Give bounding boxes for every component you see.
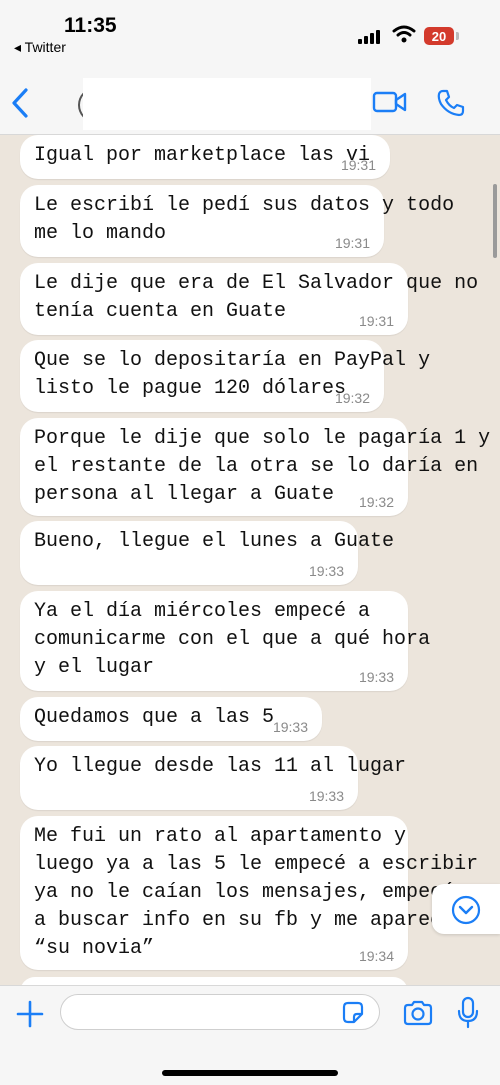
- message-text: Quedamos que a las 5: [34, 706, 275, 729]
- message-text: Le dije que era de El Salvador que no te…: [34, 272, 479, 323]
- status-bar: 11:35 ◂ Twitter 20: [0, 0, 500, 72]
- contact-name-redacted[interactable]: [83, 78, 371, 130]
- message-time: 19:33: [308, 563, 344, 579]
- message-bubble[interactable]: Yo llegue desde las 11 al lugar 19:33: [20, 746, 406, 810]
- sticker-icon[interactable]: [340, 1000, 366, 1026]
- message-time: 19:32: [334, 390, 370, 406]
- message-time: 19:31: [334, 235, 370, 251]
- home-indicator[interactable]: [162, 1070, 338, 1076]
- battery-icon: 20: [424, 27, 454, 45]
- chat-header: [0, 72, 500, 135]
- message-bubble[interactable]: Quedamos que a las 5 19:33: [20, 697, 322, 741]
- wifi-icon: [392, 25, 416, 43]
- message-bubble[interactable]: Igual por marketplace las vi 19:31: [20, 135, 390, 179]
- message-time: 19:33: [272, 719, 308, 735]
- camera-icon[interactable]: [402, 999, 434, 1027]
- message-time: 19:31: [340, 157, 376, 173]
- message-bubble[interactable]: Le dije que era de El Salvador que no te…: [20, 263, 478, 335]
- phone-call-icon[interactable]: [436, 88, 466, 118]
- message-composer: [0, 985, 500, 1085]
- cellular-signal-icon: [358, 28, 380, 44]
- message-time: 19:33: [308, 788, 344, 804]
- message-time: 19:33: [358, 669, 394, 685]
- scroll-to-bottom-button[interactable]: [432, 884, 500, 934]
- battery-level: 20: [431, 28, 447, 44]
- message-text: Igual por marketplace las vi: [34, 144, 371, 167]
- message-bubble[interactable]: Que se lo depositaría en PayPal y listo …: [20, 340, 430, 412]
- back-to-twitter-link[interactable]: ◂ Twitter: [14, 39, 66, 56]
- message-bubble[interactable]: Me fui un rato al apartamento y luego ya…: [20, 816, 478, 970]
- message-bubble: [20, 977, 408, 985]
- chat-messages[interactable]: Igual por marketplace las vi 19:31 Le es…: [0, 135, 500, 985]
- battery-tip: [456, 32, 459, 40]
- message-text: Yo llegue desde las 11 al lugar: [34, 755, 407, 778]
- plus-icon[interactable]: [14, 998, 46, 1030]
- message-bubble[interactable]: Bueno, llegue el lunes a Guate 19:33: [20, 521, 394, 585]
- message-text: Bueno, llegue el lunes a Guate: [34, 530, 395, 553]
- chevron-down-icon: [451, 895, 481, 925]
- message-input[interactable]: [60, 994, 380, 1030]
- message-bubble[interactable]: Le escribí le pedí sus datos y todo me l…: [20, 185, 454, 257]
- message-text: Me fui un rato al apartamento y luego ya…: [34, 825, 479, 960]
- message-time: 19:34: [358, 948, 394, 964]
- back-chevron-icon[interactable]: [8, 86, 32, 120]
- message-time: 19:31: [358, 313, 394, 329]
- video-call-icon[interactable]: [372, 90, 408, 114]
- message-time: 19:32: [358, 494, 394, 510]
- status-time: 11:35: [64, 14, 117, 37]
- microphone-icon[interactable]: [456, 996, 480, 1030]
- message-text: Que se lo depositaría en PayPal y listo …: [34, 349, 431, 400]
- message-bubble[interactable]: Porque le dije que solo le pagaría 1 y e…: [20, 418, 490, 516]
- message-text: Porque le dije que solo le pagaría 1 y e…: [34, 427, 491, 506]
- message-text: Le escribí le pedí sus datos y todo me l…: [34, 194, 455, 245]
- scrollbar-thumb[interactable]: [493, 184, 497, 258]
- message-bubble[interactable]: Ya el día miércoles empecé a comunicarme…: [20, 591, 430, 691]
